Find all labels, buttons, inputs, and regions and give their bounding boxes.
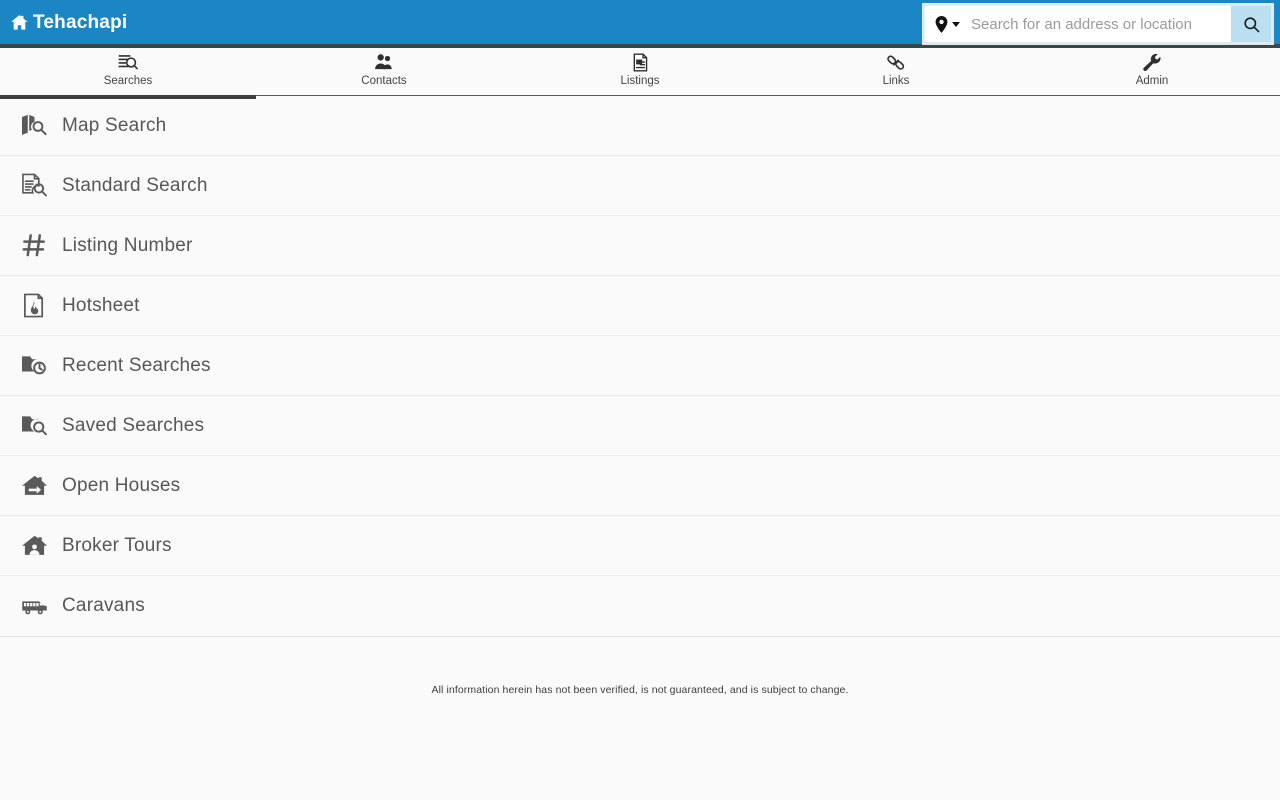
map-pin-icon xyxy=(935,15,948,33)
tab-listings[interactable]: Listings xyxy=(512,48,768,95)
menu-item-label: Recent Searches xyxy=(62,354,211,376)
menu-item-broker-tours[interactable]: Broker Tours xyxy=(0,516,1280,576)
links-icon xyxy=(885,51,907,73)
hotsheet-flame-icon xyxy=(20,292,48,320)
chevron-down-icon xyxy=(952,21,960,27)
tab-links[interactable]: Links xyxy=(768,48,1024,95)
footer: All information herein has not been veri… xyxy=(0,637,1280,716)
menu-item-label: Standard Search xyxy=(62,174,208,196)
menu-item-label: Caravans xyxy=(62,595,145,616)
tab-admin[interactable]: Admin xyxy=(1024,48,1280,95)
search-input[interactable] xyxy=(967,6,1231,42)
menu-item-saved-searches[interactable]: Saved Searches xyxy=(0,396,1280,456)
main-tabbar: Searches Contacts Listings Links Admin xyxy=(0,48,1280,99)
tab-label: Links xyxy=(882,75,910,87)
standard-search-icon xyxy=(20,172,48,200)
page-background xyxy=(0,716,1280,800)
menu-item-listing-number[interactable]: Listing Number xyxy=(0,216,1280,276)
folder-clock-icon xyxy=(20,352,48,380)
listings-icon xyxy=(629,51,651,73)
disclaimer-text: All information herein has not been veri… xyxy=(431,684,849,696)
map-search-icon xyxy=(20,112,48,140)
brand[interactable]: Tehachapi xyxy=(0,13,127,32)
tab-label: Listings xyxy=(620,75,660,87)
bus-icon xyxy=(20,592,48,620)
menu-item-open-houses[interactable]: Open Houses xyxy=(0,456,1280,516)
menu-item-standard-search[interactable]: Standard Search xyxy=(0,156,1280,216)
search-icon xyxy=(1242,15,1261,34)
app-header: Tehachapi xyxy=(0,0,1280,48)
home-icon xyxy=(10,13,29,32)
tab-searches[interactable]: Searches xyxy=(0,48,256,99)
searches-icon xyxy=(117,51,139,73)
menu-item-label: Listing Number xyxy=(62,234,193,256)
menu-item-label: Map Search xyxy=(62,114,167,136)
tab-contacts[interactable]: Contacts xyxy=(256,48,512,95)
menu-item-label: Open Houses xyxy=(62,474,181,496)
hash-icon xyxy=(20,232,48,260)
tab-label: Searches xyxy=(103,75,153,87)
tab-label: Contacts xyxy=(361,75,407,87)
brand-label: Tehachapi xyxy=(33,11,128,33)
menu-item-label: Broker Tours xyxy=(62,534,172,556)
house-arrow-icon xyxy=(20,472,48,500)
admin-wrench-icon xyxy=(1141,51,1163,73)
menu-item-recent-searches[interactable]: Recent Searches xyxy=(0,336,1280,396)
searches-menu-list: Map Search Standard Search Listing Numbe… xyxy=(0,96,1280,637)
menu-item-label: Saved Searches xyxy=(62,414,205,436)
search-submit-button[interactable] xyxy=(1231,6,1271,42)
menu-item-label: Hotsheet xyxy=(62,294,140,316)
search-box[interactable] xyxy=(925,6,1271,42)
contacts-icon xyxy=(373,51,395,73)
menu-item-hotsheet[interactable]: Hotsheet xyxy=(0,276,1280,336)
location-type-dropdown[interactable] xyxy=(925,6,967,42)
house-person-icon xyxy=(20,532,48,560)
folder-search-icon xyxy=(20,412,48,440)
tab-label: Admin xyxy=(1135,75,1169,87)
menu-item-map-search[interactable]: Map Search xyxy=(0,96,1280,156)
menu-item-caravans[interactable]: Caravans xyxy=(0,576,1280,636)
